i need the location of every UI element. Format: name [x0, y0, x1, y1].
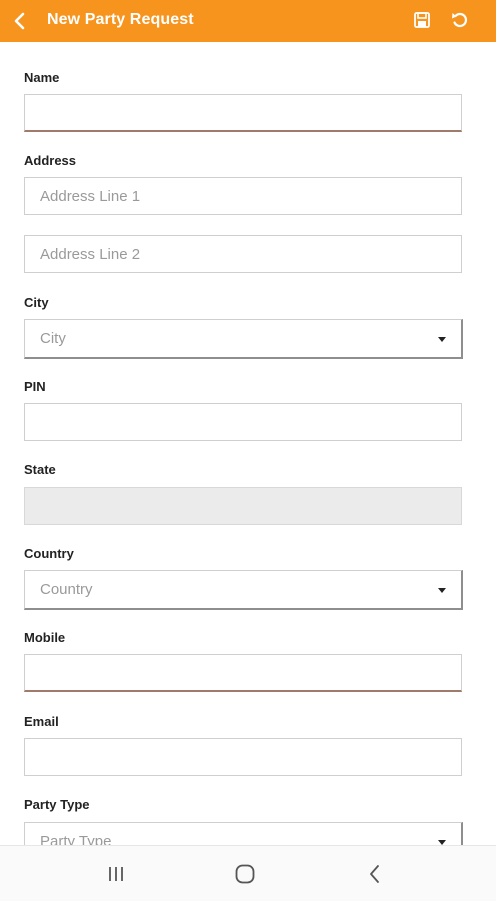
page-title: New Party Request — [47, 11, 194, 28]
party-type-select-placeholder: Party Type — [40, 833, 112, 845]
address-line-1-field[interactable] — [24, 177, 462, 215]
home-icon[interactable] — [233, 863, 257, 885]
party-request-form: Name Address City City PIN State Country… — [0, 42, 496, 845]
chevron-left-icon[interactable] — [8, 9, 32, 33]
email-field[interactable] — [24, 738, 462, 776]
name-label: Name — [24, 70, 60, 85]
mobile-label: Mobile — [24, 630, 66, 645]
mobile-field[interactable] — [24, 654, 462, 692]
state-label: State — [24, 462, 56, 477]
dropdown-arrow-icon — [438, 588, 446, 593]
recents-icon[interactable] — [104, 863, 128, 885]
email-label: Email — [24, 714, 59, 729]
address-line-2-field[interactable] — [24, 235, 462, 273]
country-select-placeholder: Country — [40, 581, 93, 598]
country-label: Country — [24, 546, 74, 561]
city-select[interactable]: City — [24, 319, 463, 359]
country-select[interactable]: Country — [24, 570, 463, 610]
app-bar: New Party Request — [0, 0, 496, 42]
undo-icon[interactable] — [450, 10, 470, 30]
party-type-label: Party Type — [24, 797, 90, 812]
name-field[interactable] — [24, 94, 462, 132]
state-field — [24, 487, 462, 525]
dropdown-arrow-icon — [438, 337, 446, 342]
pin-field[interactable] — [24, 403, 462, 441]
system-nav-bar — [0, 845, 496, 901]
save-icon[interactable] — [412, 10, 432, 30]
party-type-select[interactable]: Party Type — [24, 822, 463, 845]
pin-label: PIN — [24, 379, 46, 394]
address-label: Address — [24, 153, 77, 168]
nav-back-icon[interactable] — [363, 863, 387, 885]
city-label: City — [24, 295, 49, 310]
city-select-placeholder: City — [40, 330, 66, 347]
